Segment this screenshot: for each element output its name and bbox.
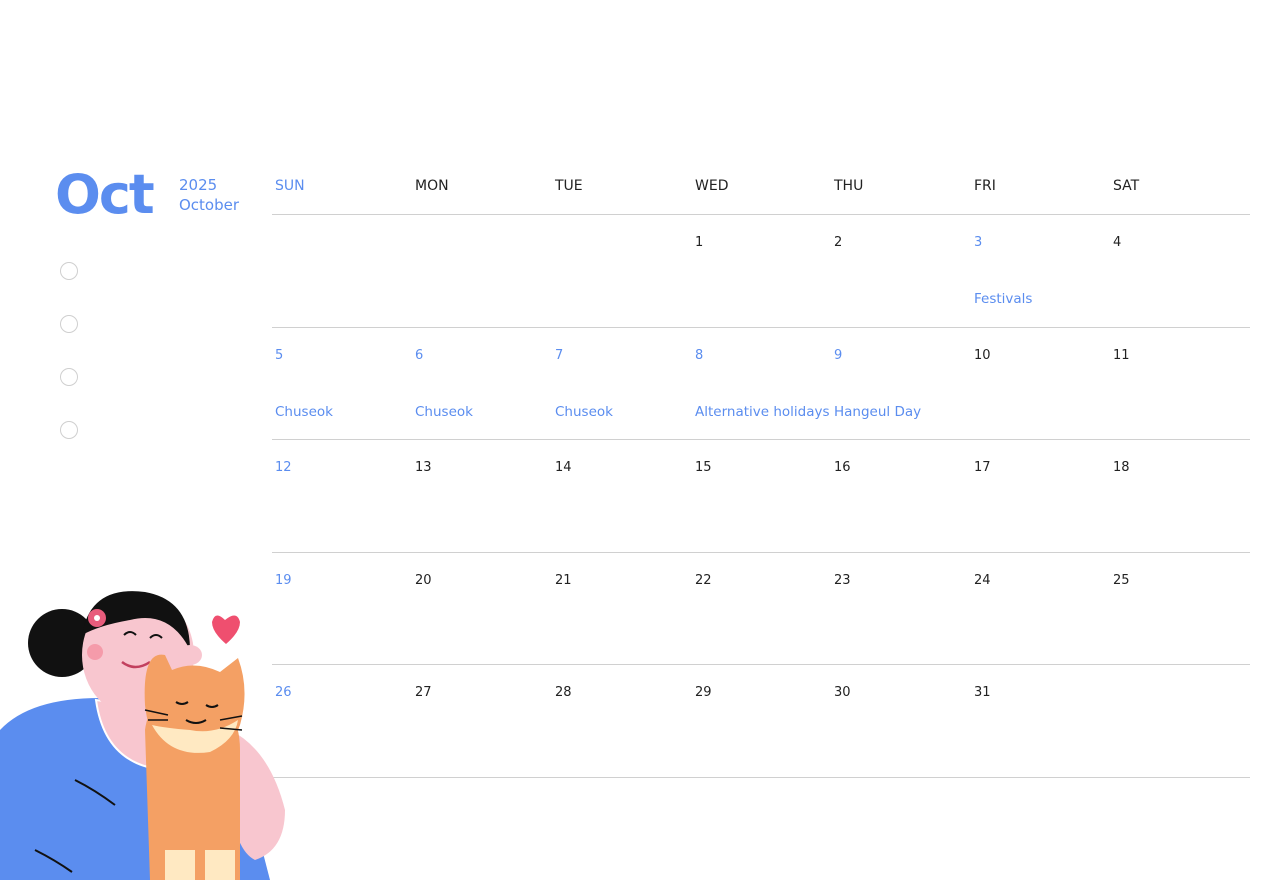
day-cell-sun[interactable]	[272, 215, 412, 327]
weekday-wed: WED	[695, 178, 729, 194]
weekday-fri: FRI	[974, 178, 996, 194]
weekday-thu: THU	[834, 178, 864, 194]
day-number: 6	[415, 347, 424, 363]
day-cell-mon[interactable]: 27	[412, 665, 552, 777]
event-label: Alternative holidays	[695, 403, 830, 420]
day-cell-mon[interactable]: 13	[412, 440, 552, 552]
event-label: Festivals	[974, 291, 1033, 307]
day-number: 12	[275, 460, 292, 475]
weekday-mon: MON	[415, 178, 449, 194]
month-title: Oct	[55, 163, 155, 226]
day-number: 15	[695, 460, 712, 475]
day-number: 9	[834, 347, 843, 363]
day-cell-sun[interactable]: 12	[272, 440, 412, 552]
day-cell-mon[interactable]: 6 Chuseok	[412, 328, 552, 440]
weekday-sun: SUN	[275, 178, 305, 194]
todo-checklist	[60, 262, 78, 474]
day-cell-fri[interactable]: 10	[971, 328, 1110, 440]
day-cell-sat[interactable]: 4	[1110, 215, 1250, 327]
day-number: 3	[974, 235, 983, 250]
day-number: 21	[555, 572, 572, 588]
day-number: 23	[834, 572, 851, 588]
todo-checkbox-2[interactable]	[60, 315, 78, 333]
day-number: 24	[974, 572, 991, 588]
girl-hugging-cat-illustration	[0, 591, 285, 880]
day-cell-sat[interactable]: 25	[1110, 553, 1250, 665]
day-number: 2	[834, 235, 843, 250]
day-cell-sun[interactable]: 5 Chuseok	[272, 328, 412, 440]
day-cell-fri[interactable]: 24	[971, 553, 1110, 665]
day-cell-tue[interactable]: 21	[552, 553, 692, 665]
week-row: 5 Chuseok 6 Chuseok 7 Chuseok 8 Alternative hol…	[272, 328, 1250, 440]
todo-checkbox-4[interactable]	[60, 421, 78, 439]
day-number: 30	[834, 685, 851, 700]
day-number: 1	[695, 235, 704, 250]
day-cell-fri[interactable]: 3 Festivals	[971, 215, 1110, 327]
day-cell-fri[interactable]: 31	[971, 665, 1110, 777]
weekday-tue: TUE	[555, 178, 583, 194]
day-number: 13	[415, 460, 432, 475]
day-number: 8	[695, 347, 704, 363]
todo-checkbox-1[interactable]	[60, 262, 78, 280]
day-cell-fri[interactable]: 17	[971, 440, 1110, 552]
event-label: Chuseok	[415, 403, 473, 420]
year-label: 2025	[179, 176, 218, 194]
day-number: 4	[1113, 235, 1122, 250]
day-number: 17	[974, 460, 991, 475]
day-cell-thu[interactable]: 2	[831, 215, 971, 327]
event-label: Chuseok	[275, 403, 333, 420]
day-cell-sat[interactable]: 11	[1110, 328, 1250, 440]
week-row: 26 27 28 29 30 31	[272, 665, 1250, 778]
day-cell-tue[interactable]: 28	[552, 665, 692, 777]
day-cell-wed[interactable]: 1	[692, 215, 831, 327]
day-cell-thu[interactable]: 9 Hangeul Day	[831, 328, 971, 440]
day-number: 28	[555, 685, 572, 700]
day-number: 20	[415, 572, 432, 588]
weekday-sat: SAT	[1113, 178, 1140, 194]
month-name-label: October	[179, 196, 240, 214]
week-row: 1 2 3 Festivals 4	[272, 215, 1250, 328]
day-cell-thu[interactable]: 30	[831, 665, 971, 777]
day-number: 25	[1113, 572, 1130, 588]
week-row: 19 20 21 22 23 24 25	[272, 553, 1250, 665]
day-number: 16	[834, 460, 851, 475]
event-label: Hangeul Day	[834, 403, 922, 420]
day-cell-wed[interactable]: 15	[692, 440, 831, 552]
day-cell-wed[interactable]: 29	[692, 665, 831, 777]
event-label: Chuseok	[555, 403, 613, 420]
day-number: 14	[555, 460, 572, 475]
weeks-container: 1 2 3 Festivals 4 5 Chuseok 6 Chuseok 7 Chuseok 8 Al…	[272, 215, 1250, 778]
day-cell-sat[interactable]: 18	[1110, 440, 1250, 552]
day-cell-wed[interactable]: 8 Alternative holidays	[692, 328, 831, 440]
day-number: 10	[974, 347, 991, 363]
day-number: 27	[415, 685, 432, 700]
day-number: 11	[1113, 347, 1130, 363]
day-number: 7	[555, 347, 564, 363]
day-cell-tue[interactable]: 7 Chuseok	[552, 328, 692, 440]
day-number: 22	[695, 572, 712, 588]
day-cell-sat[interactable]	[1110, 665, 1250, 777]
calendar-grid: SUN MON TUE WED THU FRI SAT 1 2 3 Festivals…	[272, 170, 1250, 778]
day-cell-tue[interactable]: 14	[552, 440, 692, 552]
todo-checkbox-3[interactable]	[60, 368, 78, 386]
day-cell-thu[interactable]: 23	[831, 553, 971, 665]
day-number: 29	[695, 685, 712, 700]
day-cell-tue[interactable]	[552, 215, 692, 327]
day-number: 31	[974, 685, 991, 700]
day-number: 18	[1113, 460, 1130, 475]
day-cell-wed[interactable]: 22	[692, 553, 831, 665]
day-cell-mon[interactable]: 20	[412, 553, 552, 665]
weekday-header: SUN MON TUE WED THU FRI SAT	[272, 170, 1250, 215]
week-row: 12 13 14 15 16 17 18	[272, 440, 1250, 553]
day-number: 5	[275, 347, 284, 363]
day-cell-mon[interactable]	[412, 215, 552, 327]
day-cell-thu[interactable]: 16	[831, 440, 971, 552]
